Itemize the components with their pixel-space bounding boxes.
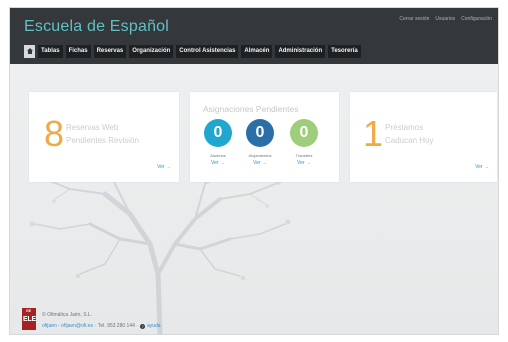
reservas-count: 8 [44, 113, 65, 154]
asignaciones-title: Asignaciones Pendientes [203, 104, 299, 114]
dashboard-content: 8 Reservas Web Pendientes Revisión Ver →… [10, 64, 498, 334]
contact-line: ofijaen - ofijaen@ofi.es · Tel. 953 280 … [42, 323, 161, 329]
help-link[interactable]: ayuda [147, 323, 161, 329]
main-nav: Tablas Fichas Reservas Organización Cont… [24, 45, 361, 58]
transfers-ver-link[interactable]: Ver → [284, 160, 324, 166]
help-icon[interactable]: ? [139, 323, 145, 329]
nav-fichas[interactable]: Fichas [65, 45, 91, 58]
prestamos-ver-link[interactable]: Ver → [475, 164, 489, 170]
nav-tablas[interactable]: Tablas [38, 45, 63, 58]
prestamos-label-line1: Préstamos [385, 123, 424, 132]
card-reservas-web: 8 Reservas Web Pendientes Revisión Ver → [29, 92, 179, 182]
company-logo: GE ELE [22, 308, 36, 330]
alojamientos-ver-link[interactable]: Ver → [240, 160, 280, 166]
prestamos-label-line2: Caducan Hoy [385, 136, 434, 145]
reservas-ver-link[interactable]: Ver → [157, 164, 171, 170]
logo-text: ELE [23, 316, 37, 323]
alumnos-count-circle: 0 [204, 119, 232, 147]
nav-almacen[interactable]: Almacén [241, 45, 273, 58]
card-asignaciones: Asignaciones Pendientes 0 0 0 Alumnos Al… [190, 92, 339, 182]
settings-link[interactable]: Configuración [461, 16, 492, 22]
reservas-label: Reservas Web Pendientes Revisión [66, 121, 156, 147]
transfers-label: Transfers [295, 153, 313, 158]
nav-administracion[interactable]: Administración [275, 45, 326, 58]
card-prestamos: 1 Préstamos Caducan Hoy Ver → [350, 92, 497, 182]
transfers-count-circle: 0 [290, 119, 318, 147]
users-link[interactable]: Usuarios [435, 16, 455, 22]
email-link[interactable]: ofijaen - ofijaen@ofi.es [42, 323, 93, 329]
nav-tesoreria[interactable]: Tesorería [328, 45, 361, 58]
alojamientos-count-circle: 0 [246, 119, 274, 147]
prestamos-label: Préstamos Caducan Hoy [385, 121, 475, 147]
top-links: Cerrar sesión Usuarios Configuración [399, 16, 492, 22]
nav-organizacion[interactable]: Organización [129, 45, 174, 58]
nav-control-asistencias[interactable]: Control Asistencias [176, 45, 239, 58]
company-name: © Ofimática Jaén, S.L. [42, 312, 93, 318]
prestamos-count: 1 [363, 113, 384, 154]
nav-reservas[interactable]: Reservas [93, 45, 127, 58]
nav-home[interactable] [24, 45, 35, 58]
app-title: Escuela de Español [24, 18, 170, 35]
header: Escuela de Español Cerrar sesión Usuario… [10, 8, 498, 64]
logout-link[interactable]: Cerrar sesión [399, 16, 429, 22]
phone-text: · Tel. 953 280 144 · [94, 323, 138, 329]
home-icon [27, 48, 33, 54]
alojamientos-label: Alojamientos [248, 153, 272, 158]
app-window: Escuela de Español Cerrar sesión Usuario… [10, 8, 498, 334]
logo-mini-text: GE [26, 309, 32, 313]
reservas-label-line2: Pendientes Revisión [66, 136, 139, 145]
alumnos-ver-link[interactable]: Ver → [198, 160, 238, 166]
reservas-label-line1: Reservas Web [66, 123, 119, 132]
alumnos-label: Alumnos [210, 153, 226, 158]
